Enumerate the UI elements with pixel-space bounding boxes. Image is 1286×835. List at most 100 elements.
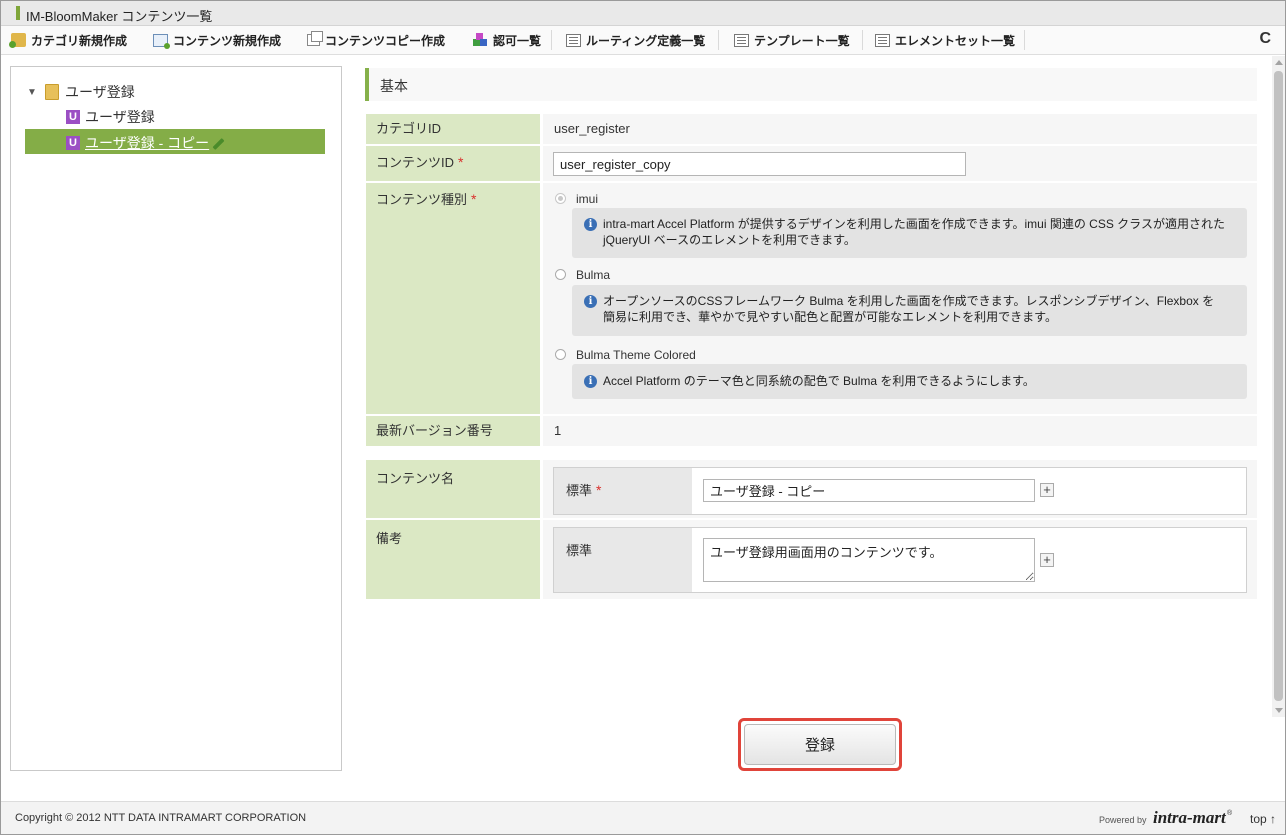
toolbar: カテゴリ新規作成 コンテンツ新規作成 コンテンツコピー作成 認可一覧 ルーティン… <box>1 26 1285 55</box>
latest-version-label-text: 最新バージョン番号 <box>376 423 493 438</box>
authorization-icon <box>473 33 488 47</box>
scroll-down-arrow-icon[interactable] <box>1275 708 1283 713</box>
tree-item-selected-row: U ユーザ登録 - コピー <box>66 133 225 153</box>
content-name-locale-label: 標準 * <box>554 468 692 514</box>
toolbar-item-label: カテゴリ新規作成 <box>31 33 128 48</box>
info-line: jQueryUI ベースのエレメントを利用できます。 <box>603 233 856 247</box>
content-type-bulma-label: Bulma <box>576 268 611 282</box>
toolbar-authorization-list-button[interactable]: 認可一覧 <box>473 26 541 54</box>
toolbar-divider <box>862 30 863 50</box>
content-name-label-text: コンテンツ名 <box>376 471 455 486</box>
section-header-basic: 基本 <box>365 68 1257 101</box>
copy-icon <box>307 31 323 46</box>
register-button[interactable]: 登録 <box>744 724 896 765</box>
info-text: オープンソースのCSSフレームワーク Bulma を利用した画面を作成できます。… <box>603 293 1233 325</box>
required-mark: * <box>471 191 477 207</box>
category-id-label-text: カテゴリID <box>376 121 442 136</box>
toolbar-item-label: 認可一覧 <box>493 33 542 48</box>
toolbar-copy-content-button[interactable]: コンテンツコピー作成 <box>307 26 445 54</box>
locale-label-text: 標準 <box>566 483 593 498</box>
content-type-imui-info: i intra-mart Accel Platform が提供するデザインを利用… <box>572 208 1247 258</box>
info-line: Accel Platform のテーマ色と同系統の配色で Bulma を利用でき… <box>603 374 1035 388</box>
content-u-icon: U <box>66 110 80 124</box>
intra-mart-logo: intra-mart <box>1153 808 1226 827</box>
registered-mark: ® <box>1227 810 1233 817</box>
content-name-label: コンテンツ名 <box>366 460 540 518</box>
add-locale-name-button[interactable]: + <box>1040 483 1054 497</box>
content-type-bulma-theme-info: i Accel Platform のテーマ色と同系統の配色で Bulma を利用… <box>572 364 1247 399</box>
category-id-value: user_register <box>554 121 630 136</box>
window-title: IM-BloomMaker コンテンツ一覧 <box>26 9 213 24</box>
vertical-scrollbar[interactable] <box>1272 56 1285 717</box>
content-name-input[interactable]: ユーザ登録 - コピー <box>703 479 1035 502</box>
toolbar-routing-list-button[interactable]: ルーティング定義一覧 <box>566 26 705 54</box>
toolbar-template-list-button[interactable]: テンプレート一覧 <box>734 26 850 54</box>
content-type-bulma-theme-label: Bulma Theme Colored <box>576 348 696 362</box>
category-tree: ▼ ユーザ登録 U ユーザ登録 U ユーザ登録 - コピー <box>10 66 342 771</box>
toolbar-elementset-list-button[interactable]: エレメントセット一覧 <box>875 26 1015 54</box>
remarks-label-text: 備考 <box>376 531 403 546</box>
content-type-bulma-theme-radio[interactable] <box>555 349 566 360</box>
toolbar-divider <box>1024 30 1025 50</box>
latest-version-label: 最新バージョン番号 <box>366 416 540 446</box>
info-icon: i <box>584 295 597 308</box>
toolbar-new-content-button[interactable]: コンテンツ新規作成 <box>153 26 281 54</box>
section-title: 基本 <box>380 78 408 94</box>
footer: Copyright © 2012 NTT DATA INTRAMART CORP… <box>1 801 1285 834</box>
content-id-label-text: コンテンツID <box>376 155 455 170</box>
refresh-icon[interactable]: C <box>1259 30 1271 48</box>
toolbar-item-label: エレメントセット一覧 <box>895 33 1016 48</box>
latest-version-value-cell: 1 <box>543 416 1257 446</box>
back-to-top-link[interactable]: top ↑ <box>1250 812 1276 826</box>
toolbar-item-label: コンテンツ新規作成 <box>173 33 282 48</box>
content-type-bulma-radio[interactable] <box>555 269 566 280</box>
tree-folder-user-register[interactable]: ▼ ユーザ登録 <box>27 82 135 102</box>
toolbar-new-category-button[interactable]: カテゴリ新規作成 <box>9 26 128 54</box>
list-icon <box>566 33 581 47</box>
pencil-edit-icon <box>212 137 225 151</box>
tree-item-user-register[interactable]: U ユーザ登録 <box>66 107 155 127</box>
remarks-label: 備考 <box>366 520 540 599</box>
locale-label-text: 標準 <box>566 543 593 558</box>
toolbar-item-label: コンテンツコピー作成 <box>325 33 446 48</box>
info-text: intra-mart Accel Platform が提供するデザインを利用した… <box>603 216 1233 248</box>
title-accent-mark <box>16 6 20 20</box>
tree-item-user-register-copy[interactable]: U ユーザ登録 - コピー <box>25 129 325 154</box>
collapse-triangle-icon[interactable]: ▼ <box>27 87 41 98</box>
content-id-label: コンテンツID * <box>366 146 540 181</box>
tree-folder-label: ユーザ登録 <box>65 84 135 100</box>
list-icon <box>875 33 890 47</box>
title-bar: IM-BloomMaker コンテンツ一覧 <box>1 1 1285 26</box>
remarks-locale-label: 標準 <box>554 528 692 592</box>
content-type-bulma-info: i オープンソースのCSSフレームワーク Bulma を利用した画面を作成できま… <box>572 285 1247 336</box>
remarks-textarea[interactable]: ユーザ登録用画面用のコンテンツです。 <box>703 538 1035 582</box>
powered-by-text: Powered by <box>1099 815 1147 825</box>
info-text: Accel Platform のテーマ色と同系統の配色で Bulma を利用でき… <box>603 373 1233 389</box>
latest-version-value: 1 <box>554 423 562 438</box>
scrollbar-thumb[interactable] <box>1274 71 1283 701</box>
content-id-input[interactable]: user_register_copy <box>553 152 966 176</box>
list-icon <box>734 33 749 47</box>
add-locale-remarks-button[interactable]: + <box>1040 553 1054 567</box>
content-type-label: コンテンツ種別 * <box>366 183 540 414</box>
content-type-imui-radio[interactable] <box>555 193 566 204</box>
info-line: 簡易に利用でき、華やかで見やすい配色と配置が可能なエレメントを利用できます。 <box>603 310 1057 324</box>
required-mark: * <box>596 482 602 498</box>
category-id-label: カテゴリID <box>366 114 540 144</box>
folder-add-icon <box>9 33 26 48</box>
content-name-input-value: ユーザ登録 - コピー <box>710 484 826 499</box>
folder-icon <box>45 84 59 100</box>
copyright-text: Copyright © 2012 NTT DATA INTRAMART CORP… <box>15 812 307 824</box>
category-id-value-cell: user_register <box>543 114 1257 144</box>
toolbar-item-label: テンプレート一覧 <box>754 33 850 48</box>
content-u-icon: U <box>66 136 80 150</box>
toolbar-divider <box>551 30 552 50</box>
content-type-label-text: コンテンツ種別 <box>376 192 468 207</box>
content-type-imui-label: imui <box>576 192 599 206</box>
info-icon: i <box>584 218 597 231</box>
tree-item-label: ユーザ登録 <box>85 109 155 125</box>
toolbar-divider <box>718 30 719 50</box>
info-line: オープンソースのCSSフレームワーク Bulma を利用した画面を作成できます。… <box>603 294 1215 308</box>
scroll-up-arrow-icon[interactable] <box>1275 60 1283 65</box>
content-add-icon <box>153 33 170 49</box>
